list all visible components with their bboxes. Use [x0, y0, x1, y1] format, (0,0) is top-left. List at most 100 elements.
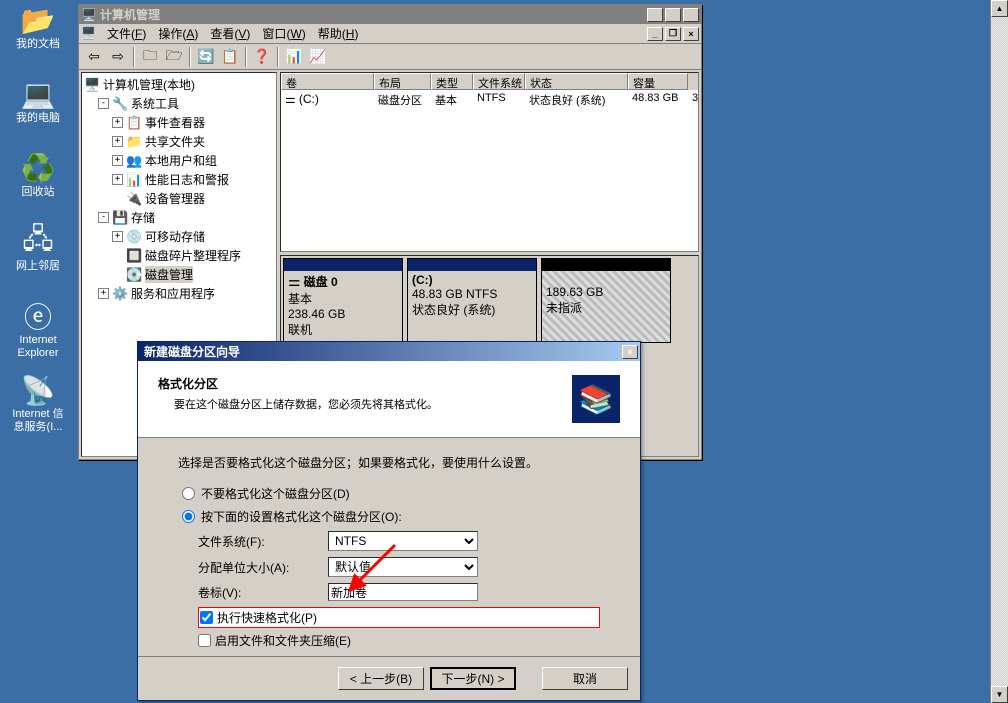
close-button[interactable]: ×: [683, 8, 699, 22]
tree-storage[interactable]: - 💾 存储: [84, 208, 274, 227]
maximize-button[interactable]: □: [665, 8, 681, 22]
help-button[interactable]: ❓: [251, 46, 273, 68]
back-button[interactable]: < 上一步(B): [338, 667, 424, 690]
disk-name: 磁盘 0: [304, 275, 338, 289]
perf-icon: 📊: [126, 172, 142, 188]
desktop-icon-iis[interactable]: 📡 Internet 信息服务(I...: [8, 374, 68, 434]
wizard-header-title: 格式化分区: [158, 375, 572, 392]
close-button[interactable]: ×: [622, 345, 638, 359]
tree-local-users[interactable]: + 👥 本地用户和组: [84, 151, 274, 170]
folder-button[interactable]: 🗁: [163, 46, 185, 68]
tree-label: 可移动存储: [145, 228, 205, 245]
select-filesystem[interactable]: NTFS: [328, 531, 478, 551]
row-label: 卷标(V):: [198, 583, 600, 601]
system-menu-icon[interactable]: 🖥️: [81, 26, 97, 42]
tree-label: 磁盘碎片整理程序: [145, 247, 241, 264]
menu-action[interactable]: 操作(A): [152, 23, 204, 44]
menu-window[interactable]: 窗口(W): [256, 23, 311, 44]
tools-icon: 🔧: [112, 96, 128, 112]
wizard-titlebar[interactable]: 新建磁盘分区向导 ×: [138, 342, 640, 361]
col-fs[interactable]: 文件系统: [473, 73, 525, 90]
volume-unallocated[interactable]: 189.63 GB 未指派: [541, 258, 671, 343]
mdi-close-button[interactable]: ×: [683, 27, 699, 41]
properties-button[interactable]: 📋: [219, 46, 241, 68]
col-type[interactable]: 类型: [431, 73, 473, 90]
desktop-icon-ie[interactable]: ⓔ Internet Explorer: [8, 300, 68, 360]
check-quick-format[interactable]: 执行快速格式化(P): [198, 607, 600, 628]
tree-event-viewer[interactable]: + 📋 事件查看器: [84, 113, 274, 132]
mdi-minimize-button[interactable]: _: [647, 27, 663, 41]
expand-icon[interactable]: +: [112, 174, 123, 185]
scroll-up-icon[interactable]: ▲: [991, 0, 1008, 17]
desktop-icon-network[interactable]: 🖧 网上邻居: [8, 226, 68, 273]
collapse-icon[interactable]: -: [98, 98, 109, 109]
check-compression[interactable]: 启用文件和文件夹压缩(E): [198, 632, 600, 649]
disk-icon: ⚌: [285, 92, 296, 106]
separator: [189, 47, 191, 67]
up-button[interactable]: 🗀: [139, 46, 161, 68]
radio-input[interactable]: [182, 487, 195, 500]
users-icon: 👥: [126, 153, 142, 169]
forward-button[interactable]: ⇨: [107, 46, 129, 68]
tree-removable[interactable]: + 💿 可移动存储: [84, 227, 274, 246]
tool-button[interactable]: 📊: [283, 46, 305, 68]
window-title: 计算机管理: [100, 6, 647, 23]
select-allocation[interactable]: 默认值: [328, 557, 478, 577]
expand-icon[interactable]: +: [112, 231, 123, 242]
checkbox-input[interactable]: [198, 634, 211, 647]
viewer-scrollbar[interactable]: ▲ ▼: [990, 0, 1008, 703]
col-layout[interactable]: 布局: [374, 73, 431, 90]
tree-services[interactable]: + ⚙️ 服务和应用程序: [84, 284, 274, 303]
expand-icon[interactable]: +: [112, 117, 123, 128]
menu-help[interactable]: 帮助(H): [312, 23, 365, 44]
col-status[interactable]: 状态: [525, 73, 628, 90]
row-filesystem: 文件系统(F): NTFS: [198, 531, 600, 551]
volume-row[interactable]: ⚌ (C:) 磁盘分区 基本 NTFS 状态良好 (系统) 48.83 GB 3: [281, 90, 698, 110]
tree-label: 性能日志和警报: [145, 171, 229, 188]
col-volume[interactable]: 卷: [281, 73, 374, 90]
tree-system-tools[interactable]: - 🔧 系统工具: [84, 94, 274, 113]
volume-c[interactable]: (C:) 48.83 GB NTFS 状态良好 (系统): [407, 258, 537, 343]
radio-no-format[interactable]: 不要格式化这个磁盘分区(D): [178, 485, 600, 502]
cell-layout: 磁盘分区: [374, 91, 431, 109]
back-button[interactable]: ⇦: [83, 46, 105, 68]
col-capacity[interactable]: 容量: [628, 73, 688, 90]
scroll-track[interactable]: [991, 17, 1008, 686]
mdi-restore-button[interactable]: ❐: [665, 27, 681, 41]
desktop-icon-documents[interactable]: 📂 我的文档: [8, 4, 68, 51]
tree-defrag[interactable]: 🔲 磁盘碎片整理程序: [84, 246, 274, 265]
desktop-icon-computer[interactable]: 💻 我的电脑: [8, 78, 68, 125]
input-volume-label[interactable]: [328, 583, 478, 601]
refresh-button[interactable]: 🔄: [195, 46, 217, 68]
minimize-button[interactable]: _: [647, 8, 663, 22]
radio-input[interactable]: [182, 510, 195, 523]
menu-file[interactable]: 文件(F): [101, 23, 152, 44]
volume-list[interactable]: 卷 布局 类型 文件系统 状态 容量 ⚌ (C:) 磁盘分区 基本 NTFS 状…: [280, 72, 699, 252]
tree-root[interactable]: 🖥️ 计算机管理(本地): [84, 75, 274, 94]
tree-label: 存储: [131, 209, 155, 226]
vol-size: 189.63 GB: [546, 285, 603, 299]
tree-shared-folders[interactable]: + 📁 共享文件夹: [84, 132, 274, 151]
radio-format[interactable]: 按下面的设置格式化这个磁盘分区(O):: [178, 508, 600, 525]
checkbox-input[interactable]: [200, 611, 213, 624]
vol-info: 48.83 GB NTFS: [412, 287, 497, 301]
menu-view[interactable]: 查看(V): [204, 23, 256, 44]
expand-icon[interactable]: +: [112, 136, 123, 147]
icon-label: 我的电脑: [8, 112, 68, 125]
titlebar[interactable]: 🖥️ 计算机管理 _ □ ×: [79, 5, 701, 24]
disk-info[interactable]: ⚌ 磁盘 0 基本 238.46 GB 联机: [283, 258, 403, 343]
wizard-body: 选择是否要格式化这个磁盘分区；如果要格式化，要使用什么设置。 不要格式化这个磁盘…: [138, 438, 640, 669]
desktop-icon-recycle[interactable]: ♻️ 回收站: [8, 152, 68, 199]
expand-icon[interactable]: +: [98, 288, 109, 299]
expand-icon[interactable]: +: [112, 155, 123, 166]
tree-disk-mgmt[interactable]: 💽 磁盘管理: [84, 265, 274, 284]
scroll-down-icon[interactable]: ▼: [991, 686, 1008, 703]
tool-button[interactable]: 📈: [307, 46, 329, 68]
tree-device-mgr[interactable]: 🔌 设备管理器: [84, 189, 274, 208]
ie-icon: ⓔ: [22, 300, 54, 332]
next-button[interactable]: 下一步(N) >: [430, 667, 516, 690]
tree-perf-logs[interactable]: + 📊 性能日志和警报: [84, 170, 274, 189]
cancel-button[interactable]: 取消: [542, 667, 628, 690]
disk-header-bar: [284, 259, 402, 271]
collapse-icon[interactable]: -: [98, 212, 109, 223]
